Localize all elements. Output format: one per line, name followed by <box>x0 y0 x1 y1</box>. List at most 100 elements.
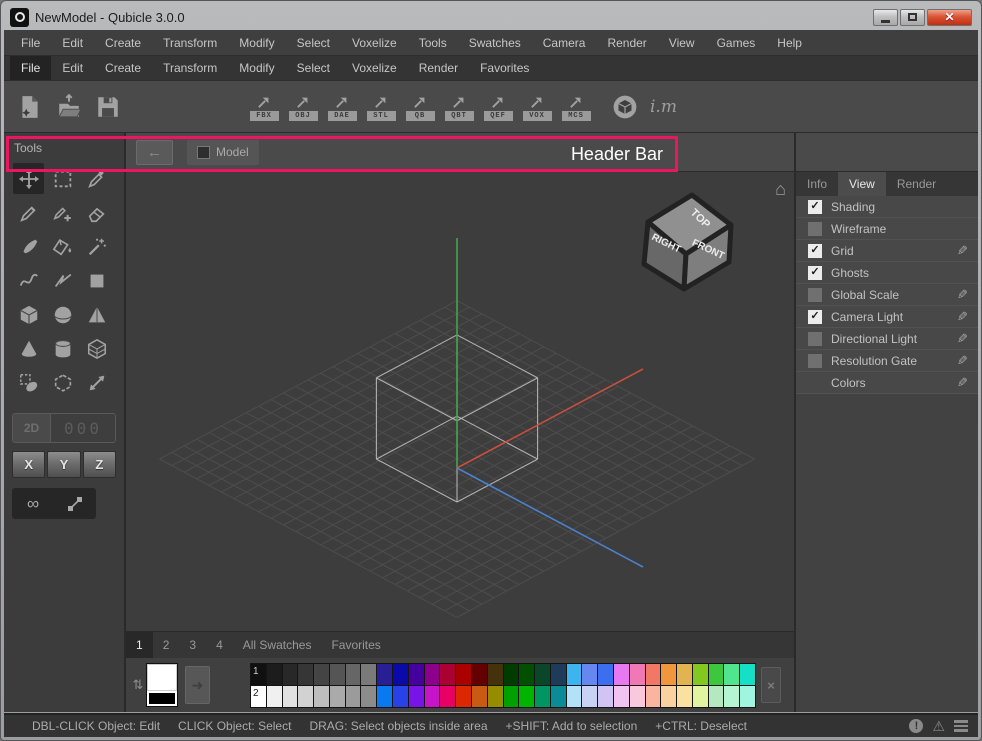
brush-size-counter[interactable]: 000 <box>51 414 115 442</box>
menu-view[interactable]: View <box>658 30 706 55</box>
swatch-cell[interactable] <box>393 664 408 685</box>
export-qef-button[interactable]: QEF <box>480 85 516 129</box>
swatch-cell[interactable] <box>283 664 298 685</box>
swatch-cell[interactable] <box>740 686 755 707</box>
axis-z-button[interactable]: Z <box>83 451 116 478</box>
menu-camera[interactable]: Camera <box>532 30 597 55</box>
swatch-cell[interactable] <box>488 664 503 685</box>
sphere-tool[interactable] <box>47 299 78 330</box>
info-icon[interactable]: ! <box>909 719 923 733</box>
close-button[interactable]: ✕ <box>927 9 972 26</box>
quick-menu-favorites[interactable]: Favorites <box>469 56 540 80</box>
export-vox-button[interactable]: VOX <box>519 85 555 129</box>
swatch-cell[interactable] <box>693 664 708 685</box>
swatch-tab-4[interactable]: 4 <box>206 632 233 658</box>
swatch-cell[interactable] <box>661 686 676 707</box>
axis-x-button[interactable]: X <box>12 451 45 478</box>
swatch-cell[interactable] <box>346 686 361 707</box>
swatch-cell[interactable] <box>630 686 645 707</box>
swatch-cell[interactable] <box>630 664 645 685</box>
grid-checkbox[interactable]: ✓ <box>808 244 822 258</box>
swatch-cell[interactable] <box>567 686 582 707</box>
import-mesh-button[interactable] <box>168 85 204 129</box>
paint-bucket-tool[interactable] <box>47 231 78 262</box>
swatch-cell[interactable] <box>709 686 724 707</box>
menu-tools[interactable]: Tools <box>408 30 458 55</box>
swatch-cell[interactable]: 2 <box>251 686 266 707</box>
cone-tool[interactable] <box>13 333 44 364</box>
swatch-cell[interactable] <box>677 686 692 707</box>
back-button[interactable]: ← <box>136 140 173 165</box>
resize-tool[interactable] <box>81 367 112 398</box>
tab-info[interactable]: Info <box>796 172 838 196</box>
line-tool[interactable] <box>47 265 78 296</box>
swatch-tab-all-swatches[interactable]: All Swatches <box>233 632 322 658</box>
edit-pencil-icon[interactable]: ✎ <box>957 309 968 325</box>
export-stl-button[interactable]: STL <box>363 85 399 129</box>
swatch-cell[interactable] <box>551 664 566 685</box>
export-obj-button[interactable]: OBJ <box>285 85 321 129</box>
menu-edit[interactable]: Edit <box>51 30 94 55</box>
directional-light-checkbox[interactable] <box>808 332 822 346</box>
swatch-cell[interactable] <box>519 686 534 707</box>
menu-render[interactable]: Render <box>596 30 657 55</box>
quick-menu-modify[interactable]: Modify <box>228 56 285 80</box>
swatch-cell[interactable] <box>330 664 345 685</box>
swatch-cell[interactable] <box>488 686 503 707</box>
apply-color-button[interactable]: ➜ <box>185 666 210 704</box>
swatch-cell[interactable] <box>551 686 566 707</box>
menu-select[interactable]: Select <box>286 30 341 55</box>
swatch-cell[interactable] <box>582 686 597 707</box>
save-model-button[interactable] <box>90 85 126 129</box>
axis-y-button[interactable]: Y <box>47 451 80 478</box>
swatch-cell[interactable] <box>519 664 534 685</box>
swatch-cell[interactable] <box>440 664 455 685</box>
swatch-cell[interactable] <box>677 664 692 685</box>
sketchfab-upload-button[interactable] <box>607 85 643 129</box>
swatch-cell[interactable] <box>598 664 613 685</box>
edit-pencil-icon[interactable]: ✎ <box>957 287 968 303</box>
swatch-cell[interactable] <box>724 686 739 707</box>
menu-swatches[interactable]: Swatches <box>458 30 532 55</box>
swatch-cell[interactable] <box>314 664 329 685</box>
swatch-cell[interactable] <box>456 686 471 707</box>
swatch-tab-3[interactable]: 3 <box>179 632 206 658</box>
extrude-box-tool[interactable] <box>47 367 78 398</box>
current-color-well[interactable] <box>146 663 178 707</box>
title-bar[interactable]: NewModel - Qubicle 3.0.0 ✕ <box>4 4 978 30</box>
paint-brush-tool[interactable] <box>13 231 44 262</box>
quick-menu-edit[interactable]: Edit <box>51 56 94 80</box>
swatch-cell[interactable] <box>377 686 392 707</box>
swatch-cell[interactable] <box>582 664 597 685</box>
swatch-cell[interactable] <box>472 664 487 685</box>
swatch-tab-2[interactable]: 2 <box>153 632 180 658</box>
imaterialise-button[interactable]: i.m <box>646 97 681 117</box>
clear-swatch-button[interactable]: × <box>761 667 781 703</box>
voxel-box-tool[interactable] <box>81 333 112 364</box>
swatch-cell[interactable] <box>614 686 629 707</box>
swatch-cell[interactable] <box>314 686 329 707</box>
export-mcs-button[interactable]: MCS <box>558 85 594 129</box>
attach-pencil-tool[interactable] <box>47 197 78 228</box>
swatch-cell[interactable] <box>646 664 661 685</box>
pencil-tool[interactable] <box>13 197 44 228</box>
wireframe-checkbox[interactable] <box>808 222 822 236</box>
swatch-cell[interactable] <box>409 664 424 685</box>
new-model-button[interactable] <box>12 85 48 129</box>
swatch-cell[interactable] <box>425 664 440 685</box>
swatch-cell[interactable] <box>267 686 282 707</box>
navigation-cube[interactable]: TOP RIGHT FRONT <box>632 188 736 296</box>
quick-menu-create[interactable]: Create <box>94 56 152 80</box>
swatch-cell[interactable] <box>409 686 424 707</box>
swatch-cell[interactable] <box>567 664 582 685</box>
swatch-cell[interactable] <box>425 686 440 707</box>
menu-file[interactable]: File <box>10 30 51 55</box>
swatch-cell[interactable] <box>298 686 313 707</box>
move-tool[interactable] <box>13 163 44 194</box>
quick-menu-file[interactable]: File <box>10 56 51 80</box>
cylinder-tool[interactable] <box>47 333 78 364</box>
minimize-button[interactable] <box>873 9 898 26</box>
quick-menu-voxelize[interactable]: Voxelize <box>341 56 408 80</box>
quick-menu-render[interactable]: Render <box>408 56 469 80</box>
freehand-tool[interactable] <box>13 265 44 296</box>
